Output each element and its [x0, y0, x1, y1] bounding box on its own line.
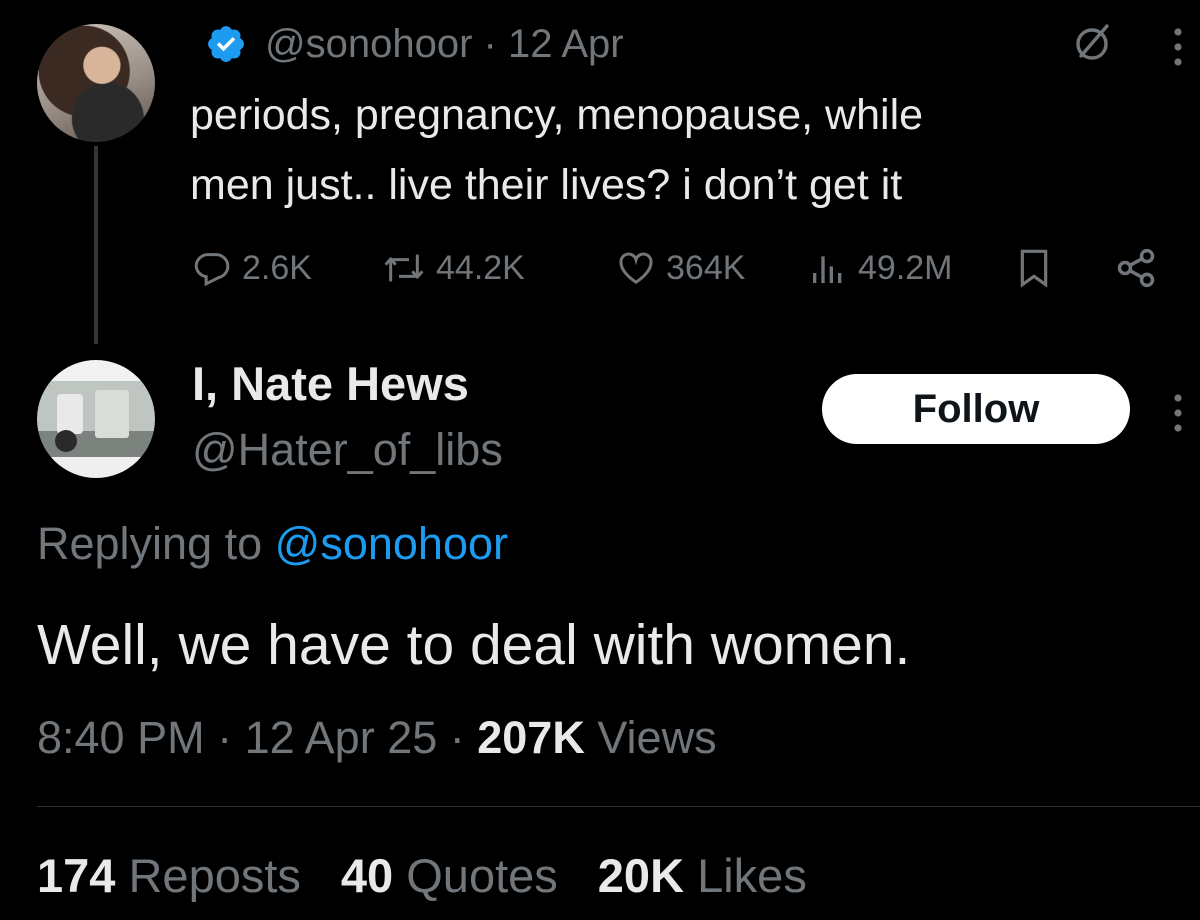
replying-to: Replying to @sonohoor: [37, 518, 508, 570]
original-tweet-line-1: periods, pregnancy, menopause, while: [190, 91, 924, 139]
reply-icon: [194, 253, 230, 287]
follow-button[interactable]: Follow: [822, 374, 1130, 444]
original-tweet-meta: @sonohoor · 12 Apr: [205, 16, 624, 72]
views-action[interactable]: 49.2M: [808, 248, 1014, 288]
original-tweet-line-2: men just.. live their lives? i don’t get…: [190, 161, 903, 209]
reposts-label: Reposts: [128, 849, 301, 902]
original-handle[interactable]: @sonohoor: [265, 22, 472, 67]
verified-badge-icon: [208, 26, 244, 62]
repost-count: 44.2K: [436, 248, 525, 287]
reply-date[interactable]: 12 Apr 25: [245, 712, 438, 763]
reply-display-name[interactable]: I, Nate Hews: [192, 356, 469, 411]
more-icon[interactable]: [1166, 24, 1190, 70]
views-icon: [813, 256, 842, 283]
meta-separator: ·: [472, 21, 508, 66]
original-tweet-actions: 2.6K 44.2K 364K 49.2M: [192, 238, 1158, 298]
timestamp-separator: ·: [204, 712, 245, 763]
reply-time[interactable]: 8:40 PM: [37, 712, 205, 763]
bookmark-icon[interactable]: [1014, 246, 1054, 290]
views-count: 49.2M: [858, 248, 953, 287]
quotes-count: 40: [340, 849, 394, 902]
reposts-count: 174: [37, 849, 116, 902]
reply-timestamp: 8:40 PM · 12 Apr 25 · 207K Views: [37, 712, 717, 764]
like-icon: [619, 252, 653, 284]
reply-views-count: 207K: [477, 712, 585, 763]
engagement-stats: 174 Reposts 40 Quotes 20K Likes: [37, 848, 847, 903]
original-tweet-text: periods, pregnancy, menopause, while men…: [190, 80, 1180, 220]
likes-label: Likes: [697, 849, 807, 902]
like-action[interactable]: 364K: [616, 248, 808, 288]
quotes-stat[interactable]: 40 Quotes: [341, 848, 558, 903]
avatar-sonohoor[interactable]: [37, 24, 155, 142]
reply-views-label: Views: [597, 712, 717, 763]
repost-action[interactable]: 44.2K: [382, 248, 616, 288]
reply-handle[interactable]: @Hater_of_libs: [192, 424, 503, 476]
avatar-hater-of-libs[interactable]: [37, 360, 155, 478]
share-icon[interactable]: [1114, 246, 1158, 290]
like-count: 364K: [666, 248, 746, 287]
reply-tweet-text: Well, we have to deal with women.: [37, 613, 911, 677]
reply-action[interactable]: 2.6K: [192, 248, 382, 288]
likes-stat[interactable]: 20K Likes: [598, 848, 807, 903]
thread-line: [94, 146, 98, 344]
timestamp-separator: ·: [437, 712, 478, 763]
likes-count: 20K: [597, 849, 685, 902]
divider: [37, 806, 1200, 807]
replying-to-label: Replying to: [37, 518, 263, 569]
reposts-stat[interactable]: 174 Reposts: [37, 848, 301, 903]
more-icon[interactable]: [1166, 390, 1190, 436]
reply-count: 2.6K: [242, 248, 312, 287]
quotes-label: Quotes: [406, 849, 558, 902]
grok-icon[interactable]: [1072, 22, 1112, 62]
original-date[interactable]: 12 Apr: [508, 22, 624, 67]
replying-to-handle[interactable]: @sonohoor: [275, 518, 508, 569]
repost-icon: [384, 254, 424, 282]
